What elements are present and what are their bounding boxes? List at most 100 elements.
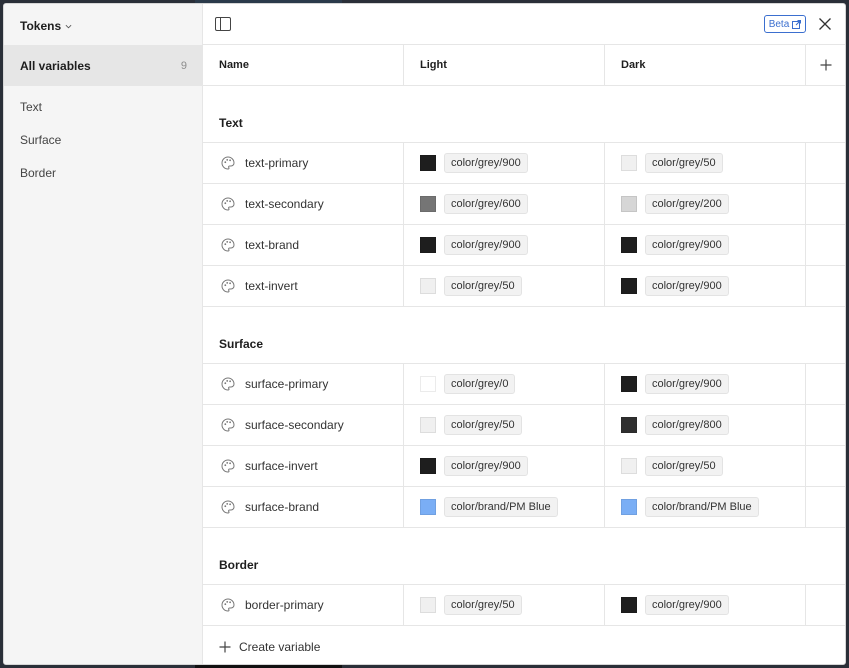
variable-name-cell[interactable]: surface-invert [203,446,404,486]
color-swatch [621,196,637,212]
variable-name: surface-invert [245,459,318,473]
variable-name-cell[interactable]: surface-primary [203,364,404,404]
alias-pill[interactable]: color/grey/900 [444,235,528,255]
section-header: Surface [203,307,845,364]
alias-pill[interactable]: color/grey/50 [444,415,522,435]
sidebar-item-surface[interactable]: Surface [20,133,61,147]
dark-value-cell[interactable]: color/grey/200 [605,184,806,224]
dark-value-cell[interactable]: color/grey/900 [605,225,806,265]
create-variable-button[interactable]: Create variable [219,640,320,654]
variables-table-area: Beta Name Light Dark Text text-primary col… [203,4,845,664]
chevron-down-icon [65,24,72,28]
dark-value-cell[interactable]: color/grey/900 [605,266,806,306]
alias-pill[interactable]: color/grey/50 [645,153,723,173]
palette-icon [221,279,235,293]
all-variables-label: All variables [20,58,91,73]
variable-name-cell[interactable]: text-secondary [203,184,404,224]
table-row[interactable]: surface-secondary color/grey/50 color/grey… [203,405,845,446]
alias-pill[interactable]: color/grey/900 [444,456,528,476]
palette-icon [221,197,235,211]
table-row[interactable]: surface-primary color/grey/0 color/grey/90… [203,364,845,405]
sidebar-item-border[interactable]: Border [20,166,56,180]
alias-pill[interactable]: color/grey/800 [645,415,729,435]
alias-pill[interactable]: color/grey/900 [645,235,729,255]
sidebar: Tokens All variables 9 Text Surface Bord… [4,4,203,664]
alias-pill[interactable]: color/grey/600 [444,194,528,214]
column-header-light[interactable]: Light [404,45,605,85]
dark-value-cell[interactable]: color/grey/800 [605,405,806,445]
light-value-cell[interactable]: color/grey/900 [404,143,605,183]
alias-pill[interactable]: color/grey/900 [444,153,528,173]
close-icon[interactable] [818,17,832,31]
table-row[interactable]: surface-brand color/brand/PM Blue color/br… [203,487,845,528]
color-swatch [420,155,436,171]
variable-name-cell[interactable]: surface-brand [203,487,404,527]
variable-name-cell[interactable]: text-primary [203,143,404,183]
collection-name: Tokens [20,19,62,33]
light-value-cell[interactable]: color/grey/50 [404,405,605,445]
dark-value-cell[interactable]: color/grey/900 [605,585,806,625]
variables-modal: Tokens All variables 9 Text Surface Bord… [3,3,846,665]
section-title: Text [219,116,243,130]
alias-pill[interactable]: color/brand/PM Blue [444,497,558,517]
light-value-cell[interactable]: color/grey/600 [404,184,605,224]
color-swatch [621,237,637,253]
color-swatch [420,597,436,613]
section-header: Border [203,528,845,585]
alias-pill[interactable]: color/grey/200 [645,194,729,214]
variable-name: text-brand [245,238,300,252]
sidebar-toggle-icon[interactable] [215,17,231,31]
color-swatch [621,597,637,613]
variable-name-cell[interactable]: text-invert [203,266,404,306]
light-value-cell[interactable]: color/grey/900 [404,446,605,486]
alias-pill[interactable]: color/grey/50 [444,276,522,296]
table-row[interactable]: text-invert color/grey/50 color/grey/900 [203,266,845,307]
light-value-cell[interactable]: color/brand/PM Blue [404,487,605,527]
light-value-cell[interactable]: color/grey/900 [404,225,605,265]
variable-name-cell[interactable]: border-primary [203,585,404,625]
table-row[interactable]: border-primary color/grey/50 color/grey/90… [203,585,845,626]
variable-name: text-secondary [245,197,324,211]
color-swatch [420,499,436,515]
alias-pill[interactable]: color/grey/50 [645,456,723,476]
table-row[interactable]: text-secondary color/grey/600 color/grey/2… [203,184,845,225]
dark-value-cell[interactable]: color/grey/50 [605,143,806,183]
dark-value-cell[interactable]: color/brand/PM Blue [605,487,806,527]
color-swatch [420,278,436,294]
variable-name: text-invert [245,279,298,293]
beta-badge[interactable]: Beta [764,15,806,33]
collection-dropdown[interactable]: Tokens [20,17,72,35]
add-mode-button[interactable] [806,45,845,85]
light-value-cell[interactable]: color/grey/50 [404,266,605,306]
color-swatch [621,417,637,433]
color-swatch [420,417,436,433]
all-variables-count: 9 [180,59,187,72]
alias-pill[interactable]: color/grey/900 [645,276,729,296]
light-value-cell[interactable]: color/grey/0 [404,364,605,404]
table-row[interactable]: text-primary color/grey/900 color/grey/50 [203,143,845,184]
light-value-cell[interactable]: color/grey/50 [404,585,605,625]
palette-icon [221,500,235,514]
table-row[interactable]: text-brand color/grey/900 color/grey/900 [203,225,845,266]
column-header-dark[interactable]: Dark [605,45,806,85]
variable-name-cell[interactable]: text-brand [203,225,404,265]
color-swatch [621,155,637,171]
variable-name: surface-secondary [245,418,344,432]
sidebar-item-all-variables[interactable]: All variables 9 [4,45,203,86]
color-swatch [420,458,436,474]
sidebar-item-text[interactable]: Text [20,100,42,114]
table-row[interactable]: surface-invert color/grey/900 color/grey/5… [203,446,845,487]
alias-pill[interactable]: color/grey/900 [645,595,729,615]
dark-value-cell[interactable]: color/grey/50 [605,446,806,486]
plus-icon [820,59,832,71]
palette-icon [221,156,235,170]
alias-pill[interactable]: color/grey/900 [645,374,729,394]
alias-pill[interactable]: color/grey/50 [444,595,522,615]
external-link-icon [792,19,802,29]
dark-value-cell[interactable]: color/grey/900 [605,364,806,404]
alias-pill[interactable]: color/grey/0 [444,374,516,394]
column-header-name: Name [203,45,404,85]
alias-pill[interactable]: color/brand/PM Blue [645,497,759,517]
variable-name-cell[interactable]: surface-secondary [203,405,404,445]
variable-name: surface-primary [245,377,329,391]
